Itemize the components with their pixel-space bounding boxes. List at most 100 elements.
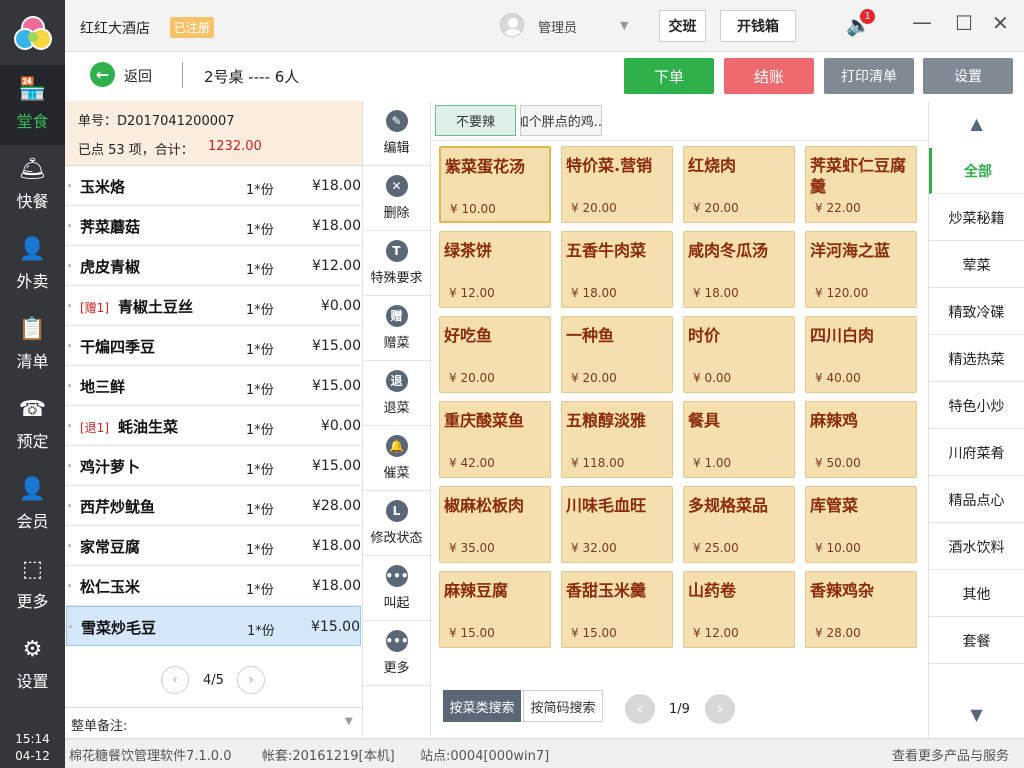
action-hurry-bell-button[interactable]: 🔔 催菜: [363, 426, 430, 491]
dish-next-page-icon[interactable]: ›: [705, 694, 735, 724]
dish-card[interactable]: 餐具 ¥ 1.00: [683, 401, 795, 478]
dish-card[interactable]: 时价 ¥ 0.00: [683, 316, 795, 393]
order-row[interactable]: 玉米烙 1*份 ¥18.00: [66, 166, 361, 206]
maximize-icon[interactable]: ☐: [955, 11, 973, 35]
order-item-tag: [退1]: [80, 421, 109, 435]
dish-card[interactable]: 一种鱼 ¥ 20.00: [561, 316, 673, 393]
action-return-dish-button[interactable]: 退退菜: [363, 361, 430, 426]
dish-card[interactable]: 绿茶饼 ¥ 12.00: [439, 231, 551, 308]
close-icon[interactable]: ✕: [992, 11, 1009, 35]
category-item[interactable]: 酒水饮料: [929, 524, 1024, 570]
back-label[interactable]: 返回: [124, 66, 152, 86]
action-change-status-button[interactable]: L 修改状态: [363, 491, 430, 556]
order-row[interactable]: 地三鲜 1*份 ¥15.00: [66, 366, 361, 406]
settings-button[interactable]: 设置: [923, 58, 1013, 94]
more-products-link[interactable]: 查看更多产品与服务: [892, 745, 1009, 764]
remark-dropdown-icon[interactable]: ▼: [345, 716, 353, 727]
dish-name: 洋河海之蓝: [810, 241, 891, 260]
dish-card[interactable]: 洋河海之蓝 ¥ 120.00: [805, 231, 917, 308]
nav-item-2[interactable]: 👤 外卖: [0, 225, 65, 305]
order-item-price: ¥0.00: [320, 298, 361, 314]
order-next-page-icon[interactable]: ›: [237, 666, 265, 694]
dish-card[interactable]: 荠菜虾仁豆腐羹 ¥ 22.00: [805, 146, 917, 223]
shift-button[interactable]: 交班: [659, 10, 706, 42]
nav-item-5[interactable]: 👤 会员: [0, 465, 65, 545]
nav-item-6[interactable]: ⬚ 更多: [0, 545, 65, 625]
dish-card[interactable]: 红烧肉 ¥ 20.00: [683, 146, 795, 223]
nav-item-3[interactable]: 📋 清单: [0, 305, 65, 385]
dish-price: ¥ 118.00: [571, 456, 625, 470]
back-arrow-icon[interactable]: ←: [90, 62, 115, 87]
dish-card[interactable]: 香辣鸡杂 ¥ 28.00: [805, 571, 917, 648]
row-dot: [68, 464, 71, 467]
dish-card[interactable]: 麻辣鸡 ¥ 50.00: [805, 401, 917, 478]
dish-card[interactable]: 椒麻松板肉 ¥ 35.00: [439, 486, 551, 563]
order-row[interactable]: [赠1] 青椒土豆丝 1*份 ¥0.00: [66, 286, 361, 326]
action-more-button[interactable]: ••• 更多: [363, 621, 430, 686]
dish-card[interactable]: 香甜玉米羹 ¥ 15.00: [561, 571, 673, 648]
order-row[interactable]: 荠菜蘑菇 1*份 ¥18.00: [66, 206, 361, 246]
action-label: 编辑: [383, 141, 410, 156]
place-order-button[interactable]: 下单: [624, 58, 714, 94]
dish-card[interactable]: 五香牛肉菜 ¥ 18.00: [561, 231, 673, 308]
dish-card[interactable]: 库管菜 ¥ 10.00: [805, 486, 917, 563]
nav-item-0[interactable]: 🏪 堂食: [0, 65, 65, 145]
user-dropdown-icon[interactable]: ▼: [620, 19, 628, 32]
action-gift-dish-button[interactable]: 赠赠菜: [363, 296, 430, 361]
order-row[interactable]: 松仁玉米 1*份 ¥18.00: [66, 566, 361, 606]
order-row[interactable]: 雪菜炒毛豆 1*份 ¥15.00: [66, 606, 361, 646]
dish-card[interactable]: 四川白肉 ¥ 40.00: [805, 316, 917, 393]
order-row[interactable]: 鸡汁萝卜 1*份 ¥15.00: [66, 446, 361, 486]
action-delete-button[interactable]: ✕ 删除: [363, 166, 430, 231]
order-prev-page-icon[interactable]: ‹: [161, 666, 189, 694]
order-row[interactable]: 虎皮青椒 1*份 ¥12.00: [66, 246, 361, 286]
category-up-icon[interactable]: ▲: [929, 114, 1024, 133]
search-by-category-button[interactable]: 按菜类搜索: [443, 690, 521, 722]
dish-card[interactable]: 好吃鱼 ¥ 20.00: [439, 316, 551, 393]
search-by-code-button[interactable]: 按简码搜索: [523, 690, 603, 722]
user-avatar-icon[interactable]: [500, 13, 524, 37]
action-special-request-button[interactable]: T 特殊要求: [363, 231, 430, 296]
dish-card[interactable]: 川味毛血旺 ¥ 32.00: [561, 486, 673, 563]
category-item[interactable]: 川府菜肴: [929, 430, 1024, 476]
order-row[interactable]: [退1] 蚝油生菜 1*份 ¥0.00: [66, 406, 361, 446]
category-item[interactable]: 其他: [929, 571, 1024, 617]
nav-item-7[interactable]: ⚙ 设置: [0, 625, 65, 705]
category-down-icon[interactable]: ▼: [929, 705, 1024, 724]
dish-card[interactable]: 五粮醇淡雅 ¥ 118.00: [561, 401, 673, 478]
order-row[interactable]: 家常豆腐 1*份 ¥18.00: [66, 526, 361, 566]
category-item[interactable]: 全部: [929, 148, 1024, 194]
minimize-icon[interactable]: —: [912, 10, 932, 34]
nav-item-4[interactable]: ☎ 预定: [0, 385, 65, 465]
action-edit-button[interactable]: ✎ 编辑: [363, 101, 430, 166]
dish-card[interactable]: 麻辣豆腐 ¥ 15.00: [439, 571, 551, 648]
dish-card[interactable]: 咸肉冬瓜汤 ¥ 18.00: [683, 231, 795, 308]
category-item[interactable]: 炒菜秘籍: [929, 195, 1024, 241]
category-item[interactable]: 精品点心: [929, 477, 1024, 523]
row-dot: [68, 344, 71, 347]
category-item[interactable]: 精致冷碟: [929, 289, 1024, 335]
dish-card[interactable]: 山药卷 ¥ 12.00: [683, 571, 795, 648]
dish-card[interactable]: 紫菜蛋花汤 ¥ 10.00: [439, 146, 551, 223]
user-role[interactable]: 管理员: [538, 17, 577, 36]
dish-card[interactable]: 多规格菜品 ¥ 25.00: [683, 486, 795, 563]
order-item-price: ¥18.00: [312, 578, 361, 594]
category-item[interactable]: 荤菜: [929, 242, 1024, 288]
order-row[interactable]: 西芹炒鱿鱼 1*份 ¥28.00: [66, 486, 361, 526]
row-dot: [69, 625, 72, 628]
order-row[interactable]: 干煸四季豆 1*份 ¥15.00: [66, 326, 361, 366]
dish-prev-page-icon[interactable]: ‹: [625, 694, 655, 724]
order-item-price: ¥18.00: [312, 178, 361, 194]
dish-card[interactable]: 特价菜.营销 ¥ 20.00: [561, 146, 673, 223]
checkout-button[interactable]: 结账: [724, 58, 814, 94]
action-call-up-button[interactable]: ••• 叫起: [363, 556, 430, 621]
nav-item-1[interactable]: 🛎 快餐: [0, 145, 65, 225]
tag-no-spicy[interactable]: 不要辣: [435, 105, 516, 136]
category-item[interactable]: 特色小炒: [929, 383, 1024, 429]
category-item[interactable]: 套餐: [929, 618, 1024, 664]
category-item[interactable]: 精选热菜: [929, 336, 1024, 382]
print-list-button[interactable]: 打印清单: [824, 58, 914, 94]
tag-custom-note[interactable]: 加个胖点的鸡...: [520, 105, 602, 136]
open-cashbox-button[interactable]: 开钱箱: [720, 10, 796, 42]
dish-card[interactable]: 重庆酸菜鱼 ¥ 42.00: [439, 401, 551, 478]
